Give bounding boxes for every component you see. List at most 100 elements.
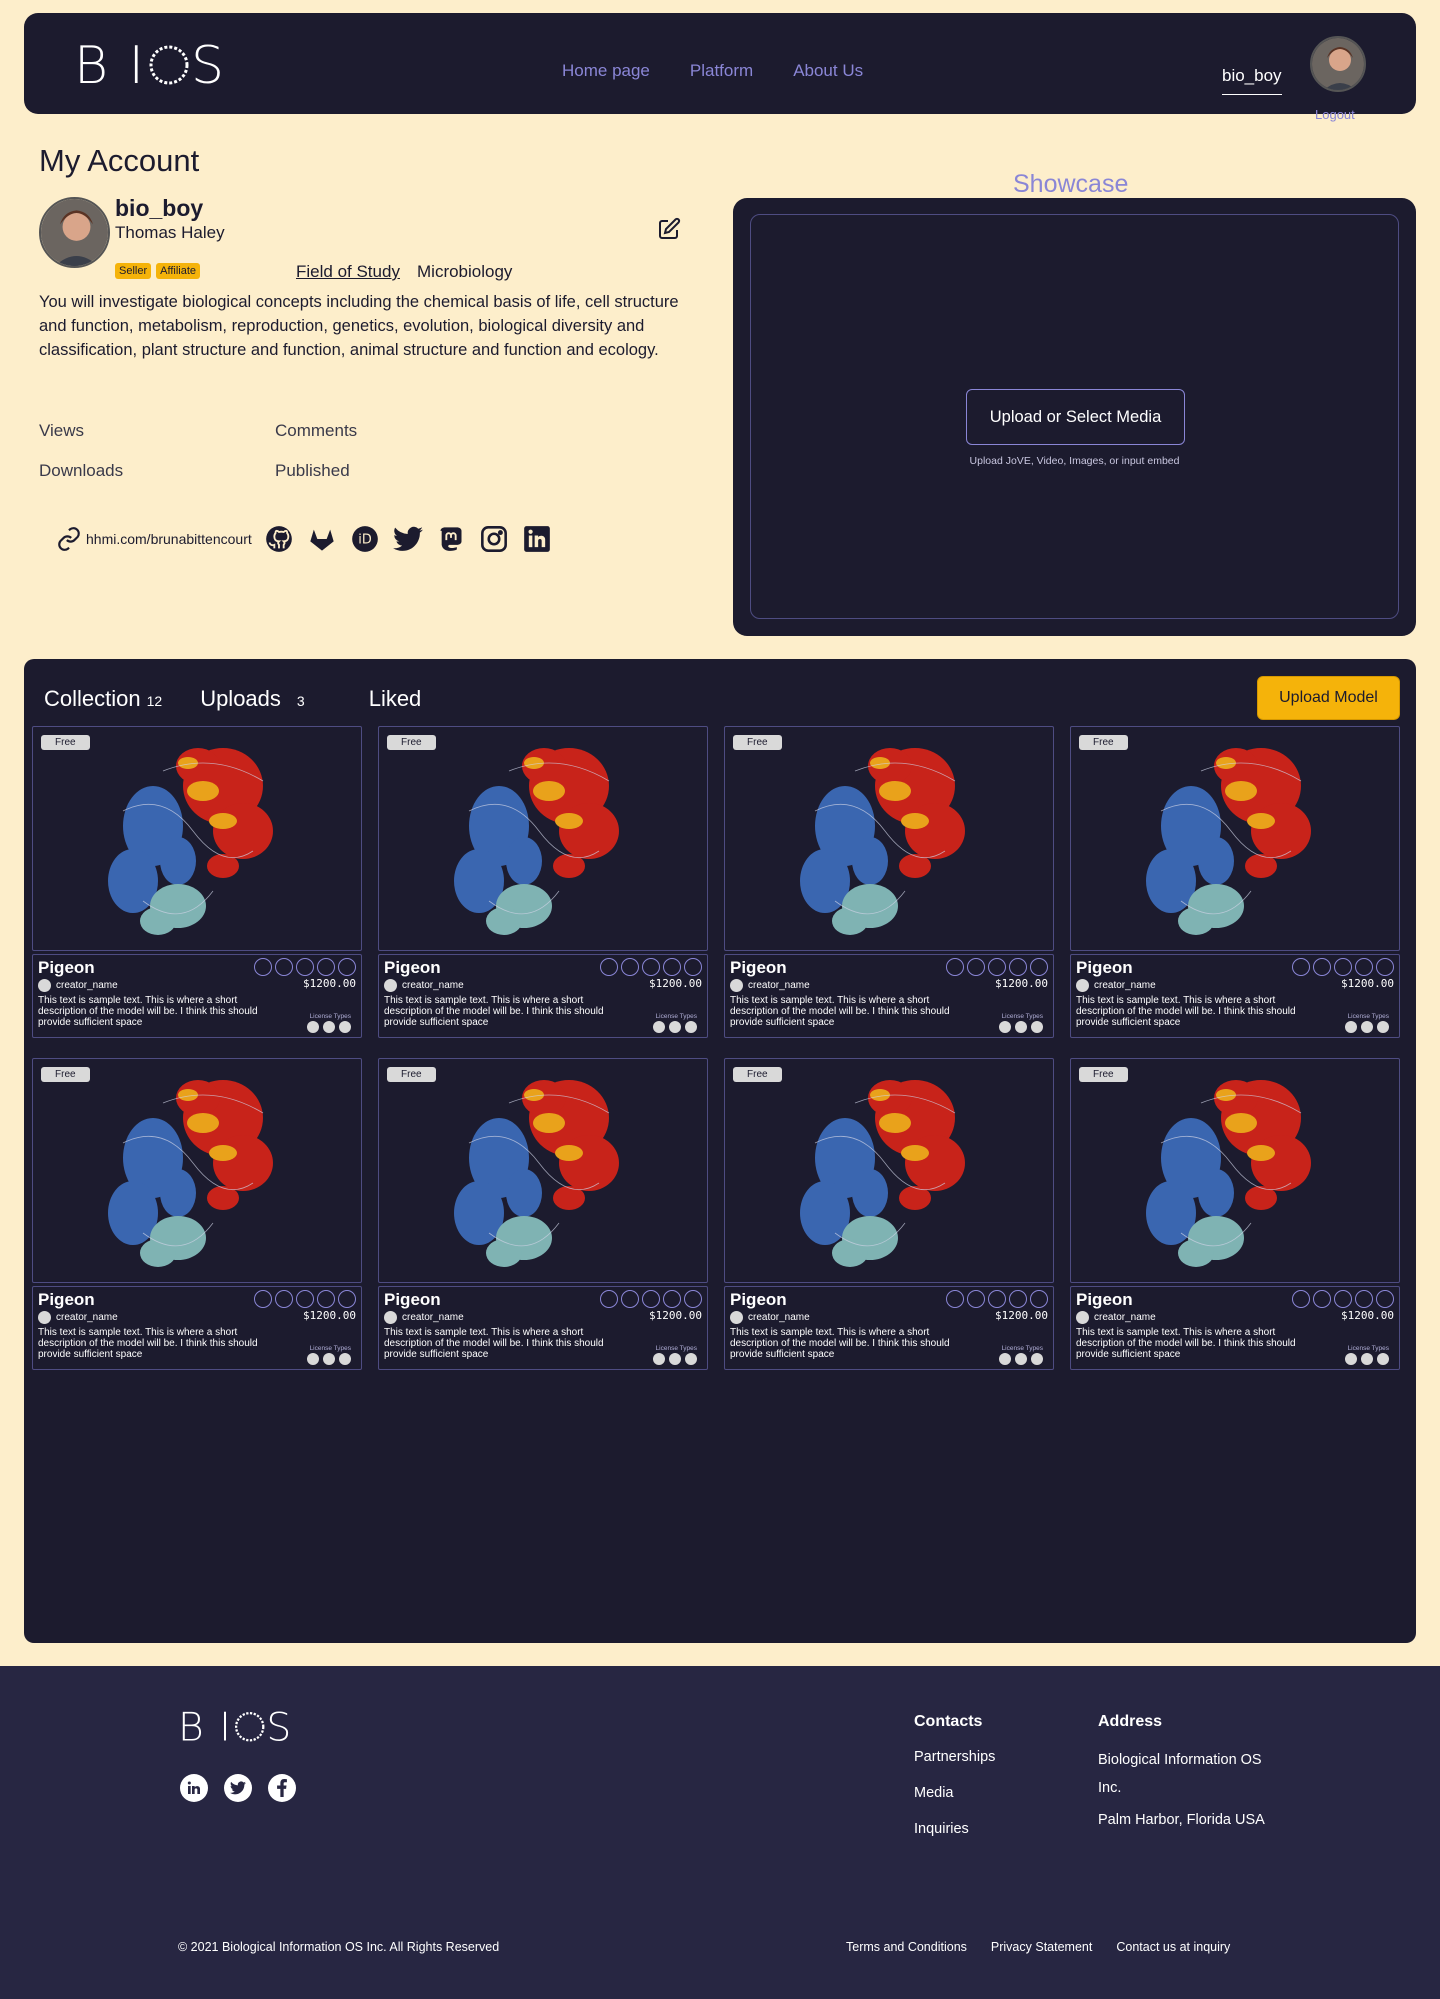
license-icon[interactable]	[685, 1353, 697, 1365]
license-icon[interactable]	[669, 1353, 681, 1365]
model-thumbnail[interactable]: Free	[32, 1058, 362, 1283]
model-title[interactable]: Pigeon	[730, 1290, 787, 1310]
gitlab-icon[interactable]	[307, 524, 337, 554]
model-title[interactable]: Pigeon	[384, 958, 441, 978]
nav-platform[interactable]: Platform	[690, 61, 753, 81]
model-price: $1200.00	[303, 1309, 356, 1322]
license-icon[interactable]	[1015, 1353, 1027, 1365]
license-icon[interactable]	[1031, 1021, 1043, 1033]
bios-logo[interactable]: BI S	[74, 39, 229, 89]
model-card[interactable]: Free Pigeon creator_name $1200.00 This t…	[724, 726, 1054, 1038]
model-thumbnail[interactable]: Free	[378, 1058, 708, 1283]
model-price: $1200.00	[995, 1309, 1048, 1322]
model-thumbnail[interactable]: Free	[724, 1058, 1054, 1283]
document-format-icon	[1334, 1290, 1352, 1308]
tab-uploads[interactable]: Uploads 3	[200, 686, 305, 712]
license-icon[interactable]	[1345, 1021, 1357, 1033]
document-format-icon	[988, 958, 1006, 976]
model-title[interactable]: Pigeon	[1076, 958, 1133, 978]
model-creator[interactable]: creator_name	[730, 979, 810, 992]
license-icon[interactable]	[685, 1021, 697, 1033]
vr-format-icon	[317, 1290, 335, 1308]
logout-link[interactable]: Logout	[1315, 107, 1355, 122]
terms-link[interactable]: Terms and Conditions	[846, 1940, 967, 1954]
model-title[interactable]: Pigeon	[38, 958, 95, 978]
field-of-study-label[interactable]: Field of Study	[296, 262, 400, 282]
creator-name: creator_name	[402, 1312, 464, 1323]
model-thumbnail[interactable]: Free	[378, 726, 708, 951]
model-thumbnail[interactable]: Free	[724, 726, 1054, 951]
model-title[interactable]: Pigeon	[38, 1290, 95, 1310]
linkedin-icon[interactable]	[522, 524, 552, 554]
license-icon[interactable]	[307, 1021, 319, 1033]
edit-icon[interactable]	[657, 217, 681, 241]
copyright: © 2021 Biological Information OS Inc. Al…	[178, 1940, 500, 1954]
upload-model-button[interactable]: Upload Model	[1257, 676, 1400, 720]
license-icon[interactable]	[339, 1353, 351, 1365]
license-icon[interactable]	[339, 1021, 351, 1033]
facebook-icon[interactable]	[268, 1774, 296, 1802]
model-card[interactable]: Free Pigeon creator_name $1200.00 This t…	[378, 726, 708, 1038]
model-title[interactable]: Pigeon	[1076, 1290, 1133, 1310]
model-title[interactable]: Pigeon	[384, 1290, 441, 1310]
stat-published: Published	[275, 461, 350, 480]
license-icon[interactable]	[653, 1353, 665, 1365]
instagram-icon[interactable]	[479, 524, 509, 554]
model-creator[interactable]: creator_name	[384, 979, 464, 992]
model-title[interactable]: Pigeon	[730, 958, 787, 978]
model-creator[interactable]: creator_name	[1076, 979, 1156, 992]
model-creator[interactable]: creator_name	[384, 1311, 464, 1324]
license-icon[interactable]	[323, 1021, 335, 1033]
website-link[interactable]: hhmi.com/brunabittencourt	[56, 526, 252, 552]
orcid-icon[interactable]: iD	[350, 524, 380, 554]
license-icon[interactable]	[1377, 1021, 1389, 1033]
model-card[interactable]: Free Pigeon creator_name $1200.00 This t…	[32, 1058, 362, 1370]
model-creator[interactable]: creator_name	[38, 979, 118, 992]
footer-link-partnerships[interactable]: Partnerships	[914, 1749, 995, 1765]
license-icon[interactable]	[999, 1021, 1011, 1033]
license-icon[interactable]	[653, 1021, 665, 1033]
address-line-2: Palm Harbor, Florida USA	[1098, 1812, 1265, 1828]
model-creator[interactable]: creator_name	[730, 1311, 810, 1324]
privacy-link[interactable]: Privacy Statement	[991, 1940, 1092, 1954]
footer-link-inquiries[interactable]: Inquiries	[914, 1821, 969, 1837]
model-thumbnail[interactable]: Free	[32, 726, 362, 951]
license-icon[interactable]	[999, 1353, 1011, 1365]
model-thumbnail[interactable]: Free	[1070, 1058, 1400, 1283]
model-creator[interactable]: creator_name	[1076, 1311, 1156, 1324]
model-card[interactable]: Free Pigeon creator_name $1200.00 This t…	[1070, 726, 1400, 1038]
model-card[interactable]: Free Pigeon creator_name $1200.00 This t…	[1070, 1058, 1400, 1370]
showcase-dropzone[interactable]: Upload or Select Media Upload JoVE, Vide…	[750, 214, 1399, 619]
linkedin-icon[interactable]	[180, 1774, 208, 1802]
image-format-icon	[1292, 1290, 1310, 1308]
model-card[interactable]: Free Pigeon creator_name $1200.00 This t…	[32, 726, 362, 1038]
upload-media-button[interactable]: Upload or Select Media	[966, 389, 1185, 445]
twitter-icon[interactable]	[392, 524, 423, 554]
model-creator[interactable]: creator_name	[38, 1311, 118, 1324]
license-icon[interactable]	[307, 1353, 319, 1365]
nav-home[interactable]: Home page	[562, 61, 650, 81]
user-avatar[interactable]	[1310, 36, 1366, 92]
footer-link-media[interactable]: Media	[914, 1785, 954, 1801]
creator-name: creator_name	[1094, 1312, 1156, 1323]
license-icon[interactable]	[1031, 1353, 1043, 1365]
model-card[interactable]: Free Pigeon creator_name $1200.00 This t…	[378, 1058, 708, 1370]
model-thumbnail[interactable]: Free	[1070, 726, 1400, 951]
tab-collection[interactable]: Collection 12	[44, 686, 162, 712]
tab-liked[interactable]: Liked	[369, 686, 422, 712]
license-icon[interactable]	[1361, 1021, 1373, 1033]
twitter-icon[interactable]	[224, 1774, 252, 1802]
header-username[interactable]: bio_boy	[1222, 66, 1282, 95]
github-icon[interactable]	[264, 524, 294, 554]
nav-about[interactable]: About Us	[793, 61, 863, 81]
license-icon[interactable]	[1377, 1353, 1389, 1365]
contact-link[interactable]: Contact us at inquiry	[1116, 1940, 1230, 1954]
model-card[interactable]: Free Pigeon creator_name $1200.00 This t…	[724, 1058, 1054, 1370]
license-icon[interactable]	[1015, 1021, 1027, 1033]
mastodon-icon[interactable]	[436, 524, 466, 554]
license-icon[interactable]	[669, 1021, 681, 1033]
license-icon[interactable]	[1345, 1353, 1357, 1365]
license-icon[interactable]	[1361, 1353, 1373, 1365]
footer-bios-logo[interactable]: BI S	[178, 1706, 295, 1746]
license-icon[interactable]	[323, 1353, 335, 1365]
